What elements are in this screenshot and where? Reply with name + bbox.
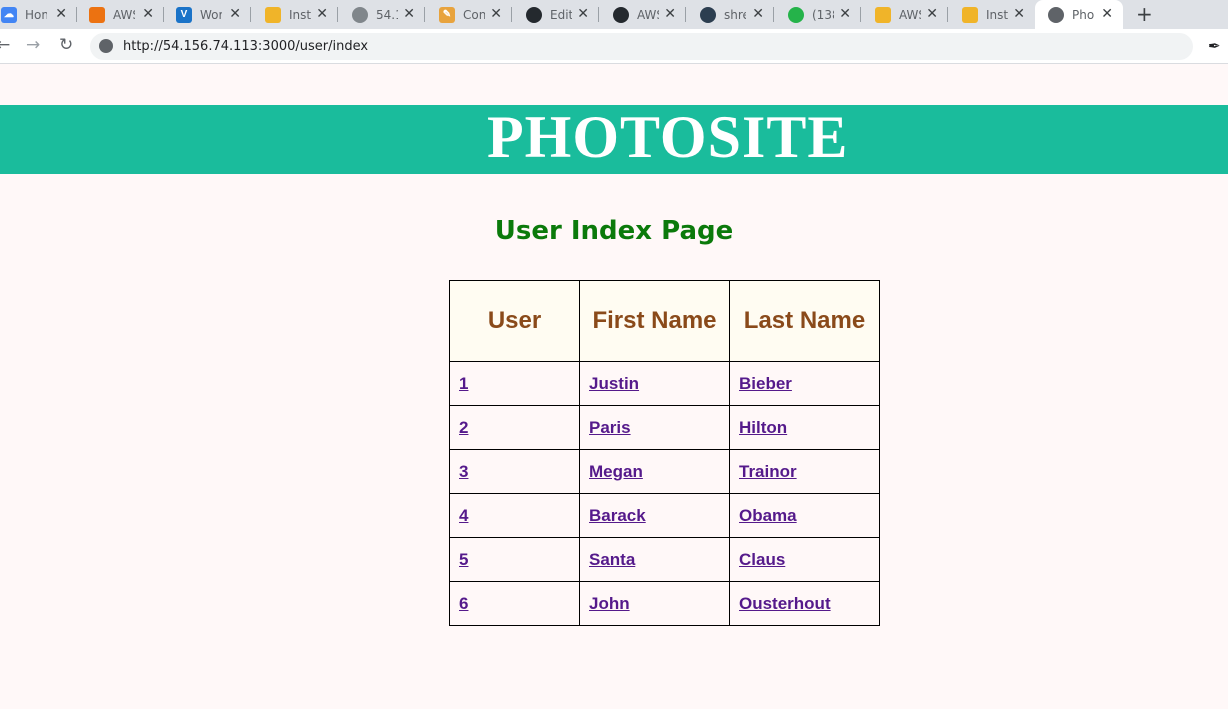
close-tab-icon[interactable]: ✕ (839, 6, 851, 22)
users-table: User First Name Last Name 1 Justin Biebe… (449, 280, 880, 626)
box-icon (962, 6, 978, 23)
new-tab-button[interactable]: + (1136, 2, 1153, 26)
browser-tab[interactable]: Insta ✕ (948, 0, 1035, 29)
address-bar[interactable]: http://54.156.74.113:3000/user/index (90, 33, 1193, 60)
table-row: 5 Santa Claus (449, 537, 880, 582)
browser-tab[interactable]: ✎ Con ✕ (425, 0, 512, 29)
reload-icon[interactable]: ↻ (59, 35, 73, 55)
column-header-last-name: Last Name (729, 280, 880, 362)
table-row: 2 Paris Hilton (449, 405, 880, 450)
close-tab-icon[interactable]: ✕ (577, 6, 589, 22)
browser-tab-active[interactable]: Phot ✕ (1035, 0, 1123, 29)
site-info-icon[interactable] (99, 39, 113, 53)
box-icon (265, 6, 281, 23)
close-tab-icon[interactable]: ✕ (142, 6, 154, 22)
close-tab-icon[interactable]: ✕ (490, 6, 502, 22)
back-arrow-icon[interactable]: ← (0, 35, 10, 55)
close-tab-icon[interactable]: ✕ (1013, 6, 1025, 22)
github-icon (613, 6, 629, 23)
close-tab-icon[interactable]: ✕ (752, 6, 764, 22)
browser-toolbar: ← → ↻ http://54.156.74.113:3000/user/ind… (0, 29, 1228, 64)
table-row: 3 Megan Trainor (449, 449, 880, 494)
close-tab-icon[interactable]: ✕ (664, 6, 676, 22)
table-row: 1 Justin Bieber (449, 361, 880, 406)
browser-tab[interactable]: AWS ✕ (861, 0, 948, 29)
browser-tab[interactable]: shre ✕ (686, 0, 774, 29)
forward-arrow-icon[interactable]: → (26, 35, 40, 55)
v-logo-icon: V (176, 6, 192, 23)
address-text[interactable]: http://54.156.74.113:3000/user/index (123, 39, 368, 54)
edit-pen-icon[interactable]: ✒ (1208, 37, 1221, 55)
browser-tab[interactable]: Editi ✕ (512, 0, 599, 29)
first-name-link[interactable]: Paris (589, 418, 631, 437)
first-name-link[interactable]: Megan (589, 462, 643, 481)
globe-icon (352, 6, 368, 23)
page-title: User Index Page (494, 216, 734, 246)
last-name-link[interactable]: Hilton (739, 418, 787, 437)
first-name-link[interactable]: Santa (589, 550, 635, 569)
user-id-link[interactable]: 4 (459, 506, 468, 525)
last-name-link[interactable]: Bieber (739, 374, 792, 393)
column-header-first-name: First Name (579, 280, 730, 362)
close-tab-icon[interactable]: ✕ (55, 6, 67, 22)
first-name-link[interactable]: Barack (589, 506, 646, 525)
user-id-link[interactable]: 3 (459, 462, 468, 481)
first-name-link[interactable]: John (589, 594, 630, 613)
last-name-link[interactable]: Ousterhout (739, 594, 831, 613)
browser-tab[interactable]: V Worl ✕ (164, 0, 251, 29)
user-id-link[interactable]: 6 (459, 594, 468, 613)
column-header-user: User (449, 280, 580, 362)
user-id-link[interactable]: 5 (459, 550, 468, 569)
docker-icon (700, 6, 716, 23)
close-tab-icon[interactable]: ✕ (926, 6, 938, 22)
browser-tab[interactable]: (138 ✕ (774, 0, 861, 29)
last-name-link[interactable]: Obama (739, 506, 797, 525)
chat-icon (788, 6, 804, 23)
box-icon (875, 6, 891, 23)
table-row: 4 Barack Obama (449, 493, 880, 538)
last-name-link[interactable]: Trainor (739, 462, 797, 481)
browser-tab[interactable]: Insta ✕ (251, 0, 338, 29)
cloud-icon: ☁ (1, 6, 17, 23)
pencil-doc-icon: ✎ (439, 6, 455, 23)
tab-strip: ☁ Hom ✕ AWS ✕ V Worl ✕ Insta ✕ 54.1 ✕ ✎ … (0, 0, 1228, 29)
aws-cube-icon (89, 6, 105, 23)
browser-tab[interactable]: 54.1 ✕ (338, 0, 425, 29)
close-tab-icon[interactable]: ✕ (403, 6, 415, 22)
user-id-link[interactable]: 2 (459, 418, 468, 437)
github-icon (526, 6, 542, 23)
browser-tab[interactable]: AWS ✕ (77, 0, 164, 29)
close-tab-icon[interactable]: ✕ (229, 6, 241, 22)
browser-tab[interactable]: ☁ Hom ✕ (0, 0, 77, 29)
user-id-link[interactable]: 1 (459, 374, 468, 393)
globe-icon (1048, 6, 1064, 23)
close-tab-icon[interactable]: ✕ (316, 6, 328, 22)
last-name-link[interactable]: Claus (739, 550, 785, 569)
table-header-row: User First Name Last Name (449, 280, 880, 362)
table-row: 6 John Ousterhout (449, 581, 880, 626)
close-tab-icon[interactable]: ✕ (1101, 6, 1113, 22)
site-brand: PHOTOSITE (487, 104, 849, 170)
first-name-link[interactable]: Justin (589, 374, 639, 393)
browser-tab[interactable]: AWS ✕ (599, 0, 686, 29)
